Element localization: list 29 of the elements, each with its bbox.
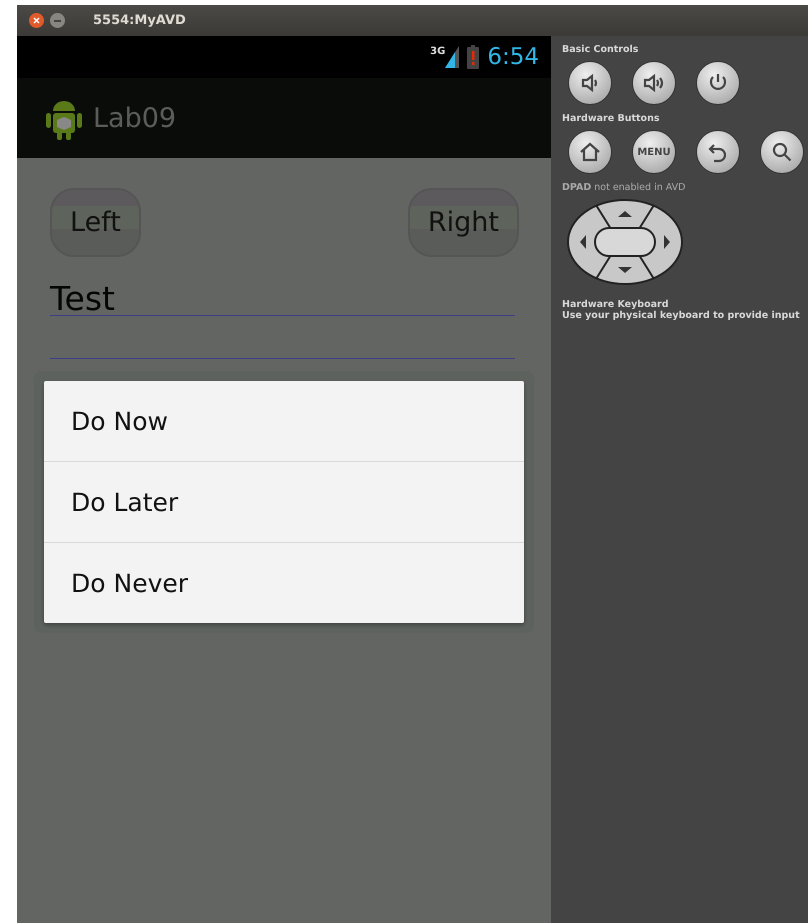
volume-down-button[interactable] [568,61,612,105]
menu-item[interactable]: Do Now [44,381,524,461]
search-icon [770,140,794,164]
network-type: 3G [430,46,446,57]
menu-item[interactable]: Do Never [44,542,524,623]
power-button[interactable] [696,61,740,105]
battery-alert-icon [467,45,480,69]
volume-up-icon [642,71,666,95]
clock: 6:54 [487,44,539,70]
menu-item[interactable]: Do Later [44,461,524,542]
close-icon [33,17,40,24]
menu-button[interactable]: MENU [632,130,676,174]
back-button[interactable] [696,130,740,174]
close-button[interactable] [29,13,44,28]
minimize-button[interactable] [50,13,65,28]
home-button[interactable] [568,130,612,174]
window-title: 5554:MyAVD [93,13,186,28]
keyboard-heading: Hardware Keyboard [562,299,670,310]
minimize-icon [54,20,61,22]
section-heading: Basic Controls [562,44,640,55]
signal-icon [445,46,460,68]
app-title: Lab09 [93,102,176,134]
text-input[interactable]: Test [50,257,515,316]
keyboard-hint: Use your physical keyboard to provide input [562,310,801,321]
volume-up-button[interactable] [632,61,676,105]
section-heading: Hardware Buttons [562,113,661,124]
dpad-label: DPAD not enabled in AVD [562,182,686,193]
home-icon [578,140,602,164]
search-button[interactable] [760,130,804,174]
